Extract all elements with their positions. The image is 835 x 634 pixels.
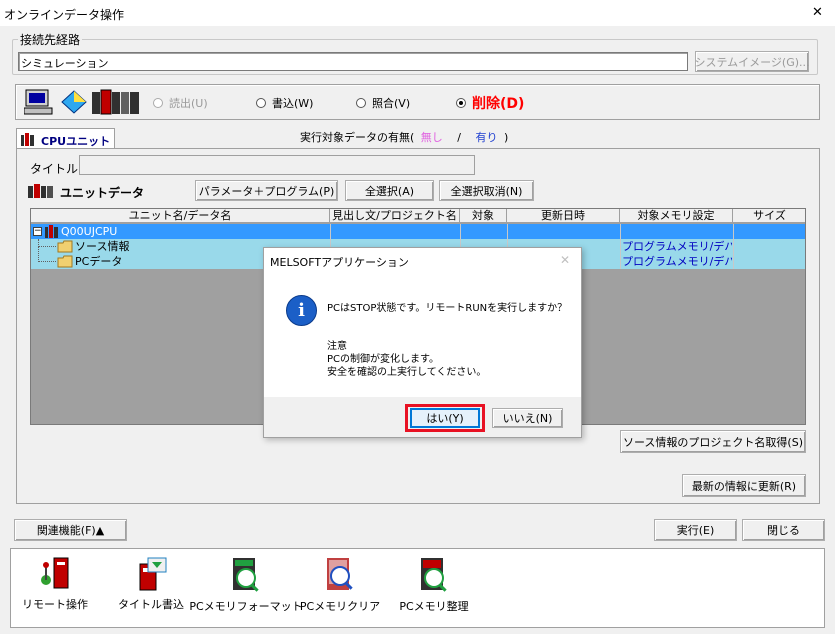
transfer-diamond-icon [60, 89, 88, 115]
system-image-button[interactable]: システムイメージ(G)... [694, 51, 810, 72]
dialog-message: PCはSTOP状態です。リモートRUNを実行しますか？ [327, 303, 568, 314]
plc-unit-icon [92, 88, 140, 116]
select-all-button[interactable]: 全選択(A) [345, 180, 434, 201]
read-radio-label: 読出(U) [169, 97, 208, 110]
col-header-updated[interactable]: 更新日時 [507, 209, 620, 223]
remote-operation-label: リモート操作 [22, 598, 88, 611]
verify-radio-label: 照合(V) [372, 97, 411, 110]
cpu-unit-tab-icon [21, 133, 34, 146]
deselect-all-button[interactable]: 全選択取消(N) [439, 180, 534, 201]
window-title: オンラインデータ操作 [4, 8, 125, 22]
cpu-row-icon [45, 225, 58, 238]
unit-data-label: ユニットデータ [60, 186, 145, 200]
tab-cpu-unit[interactable]: CPUユニット [16, 128, 115, 149]
pc-memory-format-label: PCメモリフォーマット [189, 600, 303, 613]
close-button[interactable]: 閉じる [742, 519, 825, 541]
title-write-icon [139, 557, 167, 591]
row-grid [620, 224, 621, 269]
target-presence-none: 無し [420, 131, 443, 144]
col-header-heading[interactable]: 見出し文/プロジェクト名 [330, 209, 460, 223]
target-presence-sep: / [457, 131, 462, 144]
connection-value: シミュレーション [21, 57, 109, 70]
dialog-note-line2: 安全を確認の上実行してください。 [327, 367, 487, 378]
tab-cpu-unit-label: CPUユニット [41, 135, 111, 148]
row-grid [733, 224, 734, 269]
yes-button[interactable]: はい(Y) [410, 408, 480, 428]
pc-memory-format-tool[interactable]: PCメモリフォーマット [189, 556, 303, 614]
col-header-memory[interactable]: 対象メモリ設定 [620, 209, 733, 223]
connection-label: 接続先経路 [18, 31, 83, 48]
tree-line [38, 247, 56, 262]
delete-radio[interactable]: 削除(D) [456, 93, 524, 113]
no-button[interactable]: いいえ(N) [492, 408, 563, 428]
row-name: ソース情報 [75, 240, 130, 253]
pc-memory-format-icon [233, 558, 259, 592]
read-radio[interactable]: 読出(U) [153, 95, 208, 111]
write-radio-label: 書込(W) [272, 97, 314, 110]
target-presence-prefix: 実行対象データの有無( [300, 131, 415, 144]
pc-memory-clear-icon [327, 558, 353, 590]
dialog-title: MELSOFTアプリケーション [270, 256, 409, 269]
related-functions-button[interactable]: 関連機能(F)▲ [14, 519, 127, 541]
unit-data-icon [28, 184, 53, 198]
pc-memory-arrange-tool[interactable]: PCメモリ整理 [394, 556, 474, 614]
verify-radio[interactable]: 照合(V) [356, 95, 410, 111]
info-icon: i [286, 295, 317, 326]
title-bar: オンラインデータ操作 ✕ [0, 0, 835, 26]
pc-monitor-icon [23, 89, 56, 115]
delete-radio-dot[interactable] [456, 98, 466, 108]
tree-line [38, 239, 56, 247]
connection-field: シミュレーション [18, 52, 688, 71]
pc-memory-clear-label: PCメモリクリア [299, 600, 381, 613]
target-presence: 実行対象データの有無( 無し / 有り ) [300, 129, 508, 145]
pc-memory-clear-tool[interactable]: PCメモリクリア [300, 556, 380, 614]
row-name: PCデータ [75, 255, 123, 268]
verify-radio-dot[interactable] [356, 98, 366, 108]
folder-icon [57, 255, 73, 268]
write-radio[interactable]: 書込(W) [256, 95, 313, 111]
dialog-close-icon[interactable]: ✕ [560, 253, 570, 267]
get-project-name-button[interactable]: ソース情報のプロジェクト名取得(S) [620, 430, 806, 453]
target-presence-suffix: ) [504, 131, 509, 144]
confirm-dialog: MELSOFTアプリケーション ✕ i PCはSTOP状態です。リモートRUNを… [263, 247, 582, 438]
row-name: Q00UJCPU [61, 225, 118, 238]
delete-radio-label: 削除(D) [472, 96, 525, 112]
title-field[interactable] [79, 155, 475, 175]
col-header-size[interactable]: サイズ [733, 209, 805, 223]
refresh-button[interactable]: 最新の情報に更新(R) [682, 474, 806, 497]
pc-memory-arrange-icon [421, 558, 447, 592]
table-row[interactable]: − Q00UJCPU [31, 224, 805, 239]
write-radio-dot[interactable] [256, 98, 266, 108]
col-header-name[interactable]: ユニット名/データ名 [31, 209, 330, 223]
remote-operation-tool[interactable]: リモート操作 [22, 556, 88, 612]
col-header-target[interactable]: 対象 [460, 209, 507, 223]
target-presence-exists: 有り [475, 131, 498, 144]
row-memory: プログラムメモリ/デバ... [622, 240, 732, 253]
window-close-icon[interactable]: ✕ [812, 5, 823, 20]
remote-operation-icon [41, 557, 69, 589]
read-radio-dot[interactable] [153, 98, 163, 108]
pc-memory-arrange-label: PCメモリ整理 [399, 600, 469, 613]
title-write-tool[interactable]: タイトル書込 [112, 556, 190, 612]
tree-expander[interactable]: − [33, 227, 42, 236]
execute-button[interactable]: 実行(E) [654, 519, 737, 541]
title-field-label: タイトル [30, 162, 79, 176]
title-write-label: タイトル書込 [118, 598, 184, 611]
row-memory: プログラムメモリ/デバ... [622, 255, 732, 268]
folder-icon [57, 240, 73, 253]
param-program-button[interactable]: パラメータ＋プログラム(P) [195, 180, 338, 201]
